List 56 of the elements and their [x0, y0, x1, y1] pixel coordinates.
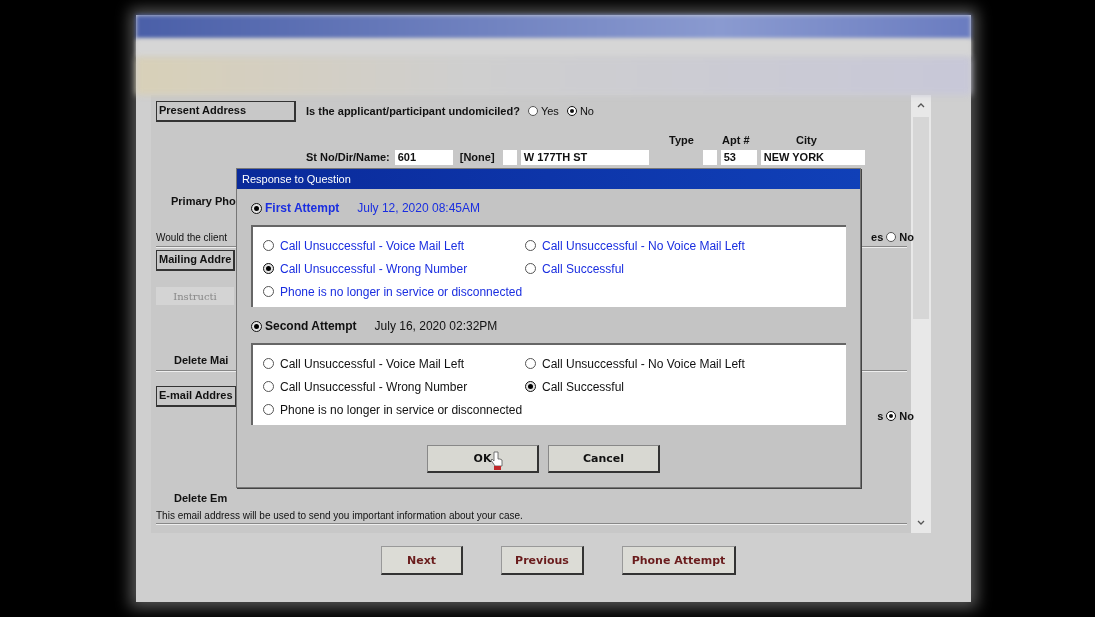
number-field[interactable]: 601 — [394, 149, 453, 165]
option-label: es — [871, 231, 884, 243]
field-label: Delete Em — [174, 492, 228, 504]
note-text: This email address will be used to send you important information about your case. — [156, 509, 523, 521]
radio-option[interactable]: Call Unsuccessful - No Voice Mail Left — [525, 234, 846, 257]
radio-option[interactable]: Call Unsuccessful - Voice Mail Left — [263, 234, 525, 257]
column-label: Type — [669, 134, 694, 146]
radio-icon[interactable] — [263, 358, 274, 369]
radio-option[interactable]: Yes — [527, 105, 559, 117]
field-label: Primary Pho — [171, 195, 236, 207]
field-label: St No/Dir/Name: — [306, 151, 390, 163]
radio-option[interactable]: Call Successful — [525, 375, 846, 398]
radio-option[interactable]: Call Successful — [525, 257, 846, 280]
radio-option[interactable]: Call Unsuccessful - Voice Mail Left — [263, 352, 525, 375]
radio-option[interactable]: Call Unsuccessful - Wrong Number — [263, 375, 525, 398]
radio-icon[interactable] — [525, 381, 536, 392]
dialog-button[interactable]: Cancel — [548, 445, 660, 473]
section-label: Mailing Addre — [156, 249, 236, 271]
radio-option[interactable]: Phone is no longer in service or disconnected — [263, 398, 846, 421]
option-label: s — [877, 410, 884, 422]
radio-option[interactable]: Phone is no longer in service or disconnected — [263, 280, 846, 303]
street-field[interactable]: W 177TH ST — [520, 149, 649, 165]
radio-icon[interactable] — [525, 263, 536, 274]
scroll-down-icon[interactable] — [916, 519, 926, 527]
question-label: Is the applicant/participant undomiciled? — [306, 105, 520, 117]
nav-button[interactable]: Next — [381, 546, 463, 575]
column-label: Apt # — [722, 134, 750, 146]
radio-icon[interactable] — [263, 404, 274, 415]
attempt-radio[interactable]: First Attempt — [251, 201, 340, 215]
radio-option[interactable]: Call Unsuccessful - Wrong Number — [263, 257, 525, 280]
radio-icon[interactable] — [525, 358, 536, 369]
column-label: City — [796, 134, 817, 146]
radio-option[interactable]: No — [566, 105, 594, 117]
radio-icon[interactable] — [263, 286, 274, 297]
field-label: Delete Mai — [174, 354, 229, 366]
city-field[interactable]: NEW YORK — [760, 149, 865, 165]
radio-option[interactable]: Call Unsuccessful - No Voice Mail Left — [525, 352, 846, 375]
radio-icon[interactable] — [263, 240, 274, 251]
nav-button[interactable]: Previous — [501, 546, 584, 575]
hand-cursor-icon — [490, 451, 504, 471]
section-label: E-mail Addres — [156, 385, 237, 407]
question-label: Would the client — [156, 231, 227, 243]
attempt-radio[interactable]: Second Attempt — [251, 319, 357, 333]
radio-option[interactable]: No — [886, 410, 914, 422]
section-label: Present Address — [156, 100, 296, 122]
radio-icon[interactable] — [263, 263, 274, 274]
radio-icon[interactable] — [525, 240, 536, 251]
apt-field[interactable]: 53 — [720, 149, 757, 165]
radio-option[interactable]: No — [886, 231, 914, 243]
attempt-date: July 16, 2020 02:32PM — [374, 319, 498, 333]
nav-button[interactable]: Phone Attempt — [622, 546, 736, 575]
radio-icon[interactable] — [263, 381, 274, 392]
attempt-date: July 12, 2020 08:45AM — [357, 201, 480, 215]
dialog-button[interactable]: OK — [427, 445, 539, 473]
dialog-title: Response to Question — [237, 169, 860, 189]
scroll-up-icon[interactable] — [916, 101, 926, 109]
